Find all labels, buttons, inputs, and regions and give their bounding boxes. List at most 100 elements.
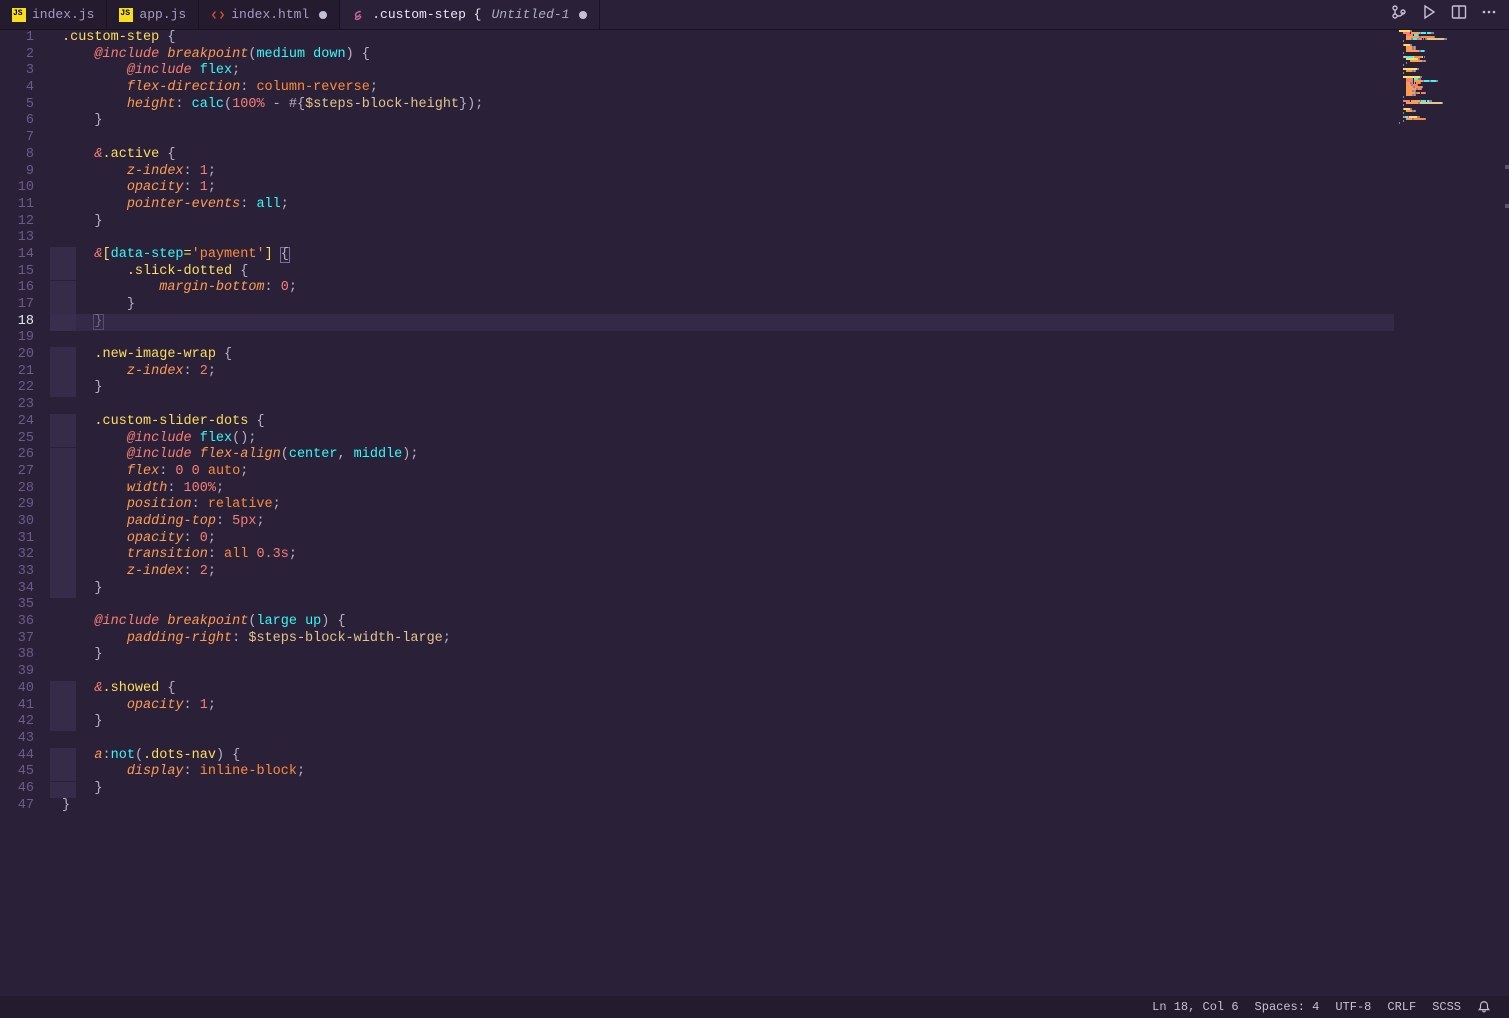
line-number: 41 [0, 698, 34, 715]
scroll-indicator [1505, 30, 1509, 996]
code-line: @include breakpoint(medium down) { [50, 47, 1509, 64]
code-line: display: inline-block; [50, 764, 1509, 781]
line-number: 17 [0, 297, 34, 314]
line-number: 13 [0, 230, 34, 247]
line-number: 15 [0, 264, 34, 281]
code-line: a:not(.dots-nav) { [50, 748, 1509, 765]
status-language[interactable]: SCSS [1424, 1000, 1469, 1014]
line-number: 34 [0, 581, 34, 598]
code-line: } [50, 113, 1509, 130]
code-line [50, 397, 1509, 414]
code-line: .slick-dotted { [50, 264, 1509, 281]
line-number: 26 [0, 447, 34, 464]
line-number: 45 [0, 764, 34, 781]
code-line: } [50, 581, 1509, 598]
code-line: &[data-step='payment'] { [50, 247, 1509, 264]
tab-app-js[interactable]: JSapp.js [107, 0, 199, 29]
line-number: 23 [0, 397, 34, 414]
tab-index-js[interactable]: JSindex.js [0, 0, 107, 29]
code-line: z-index: 1; [50, 164, 1509, 181]
code-line: margin-bottom: 0; [50, 280, 1509, 297]
code-line: .new-image-wrap { [50, 347, 1509, 364]
line-number: 36 [0, 614, 34, 631]
tab-label: .custom-step { [372, 7, 481, 22]
code-line: } [50, 714, 1509, 731]
line-number: 9 [0, 164, 34, 181]
code-line: opacity: 1; [50, 698, 1509, 715]
line-number: 8 [0, 147, 34, 164]
code-line [50, 731, 1509, 748]
code-area[interactable]: .custom-step { @include breakpoint(mediu… [50, 30, 1509, 996]
code-line: .custom-step { [50, 30, 1509, 47]
tab-label: app.js [139, 7, 186, 22]
code-line: } [50, 297, 1509, 314]
code-line: height: calc(100% - #{$steps-block-heigh… [50, 97, 1509, 114]
line-number: 32 [0, 547, 34, 564]
line-number: 43 [0, 731, 34, 748]
status-bar: Ln 18, Col 6 Spaces: 4 UTF-8 CRLF SCSS [0, 996, 1509, 1018]
code-line: } [50, 781, 1509, 798]
line-number: 11 [0, 197, 34, 214]
code-line: .custom-slider-dots { [50, 414, 1509, 431]
status-notifications-icon[interactable] [1469, 1000, 1499, 1014]
code-line: padding-right: $steps-block-width-large; [50, 631, 1509, 648]
line-number: 30 [0, 514, 34, 531]
source-control-icon[interactable] [1391, 4, 1407, 25]
dirty-indicator-icon [319, 11, 327, 19]
code-line: flex-direction: column-reverse; [50, 80, 1509, 97]
line-number: 24 [0, 414, 34, 431]
code-line: } [50, 647, 1509, 664]
code-line: z-index: 2; [50, 364, 1509, 381]
minimap[interactable] [1399, 30, 1509, 996]
code-line: @include flex(); [50, 431, 1509, 448]
line-number: 12 [0, 214, 34, 231]
line-number: 38 [0, 647, 34, 664]
tabs: JSindex.jsJSapp.jsindex.html.custom-step… [0, 0, 1379, 29]
run-icon[interactable] [1421, 4, 1437, 25]
line-number: 25 [0, 431, 34, 448]
tab-bar: JSindex.jsJSapp.jsindex.html.custom-step… [0, 0, 1509, 30]
line-number: 37 [0, 631, 34, 648]
code-line [50, 597, 1509, 614]
code-line: &.active { [50, 147, 1509, 164]
dirty-indicator-icon [579, 11, 587, 19]
code-line: position: relative; [50, 497, 1509, 514]
code-line: transition: all 0.3s; [50, 547, 1509, 564]
status-indent[interactable]: Spaces: 4 [1247, 1000, 1328, 1014]
status-eol[interactable]: CRLF [1379, 1000, 1424, 1014]
code-line [50, 130, 1509, 147]
code-line [50, 330, 1509, 347]
code-line: @include flex; [50, 63, 1509, 80]
line-number: 44 [0, 748, 34, 765]
status-encoding[interactable]: UTF-8 [1327, 1000, 1379, 1014]
code-line: @include breakpoint(large up) { [50, 614, 1509, 631]
line-number: 10 [0, 180, 34, 197]
editor-actions [1379, 0, 1509, 29]
code-line: @include flex-align(center, middle); [50, 447, 1509, 464]
line-number: 42 [0, 714, 34, 731]
editor: 1234567891011121314151617181920212223242… [0, 30, 1509, 996]
code-line: opacity: 1; [50, 180, 1509, 197]
code-line [50, 230, 1509, 247]
code-line: } [50, 214, 1509, 231]
code-line [50, 664, 1509, 681]
line-number: 14 [0, 247, 34, 264]
line-number: 29 [0, 497, 34, 514]
line-number: 4 [0, 80, 34, 97]
tab--custom-step-[interactable]: .custom-step { Untitled-1 [340, 0, 600, 29]
status-cursor[interactable]: Ln 18, Col 6 [1144, 1000, 1246, 1014]
line-number: 40 [0, 681, 34, 698]
code-line: } [50, 314, 1509, 331]
line-number: 28 [0, 481, 34, 498]
line-number: 20 [0, 347, 34, 364]
code-line: width: 100%; [50, 481, 1509, 498]
tab-sublabel: Untitled-1 [491, 7, 569, 22]
tab-index-html[interactable]: index.html [199, 0, 340, 29]
code-line: z-index: 2; [50, 564, 1509, 581]
line-number: 46 [0, 781, 34, 798]
line-number: 35 [0, 597, 34, 614]
line-number: 2 [0, 47, 34, 64]
line-number: 39 [0, 664, 34, 681]
more-actions-icon[interactable] [1481, 4, 1497, 25]
split-editor-icon[interactable] [1451, 4, 1467, 25]
